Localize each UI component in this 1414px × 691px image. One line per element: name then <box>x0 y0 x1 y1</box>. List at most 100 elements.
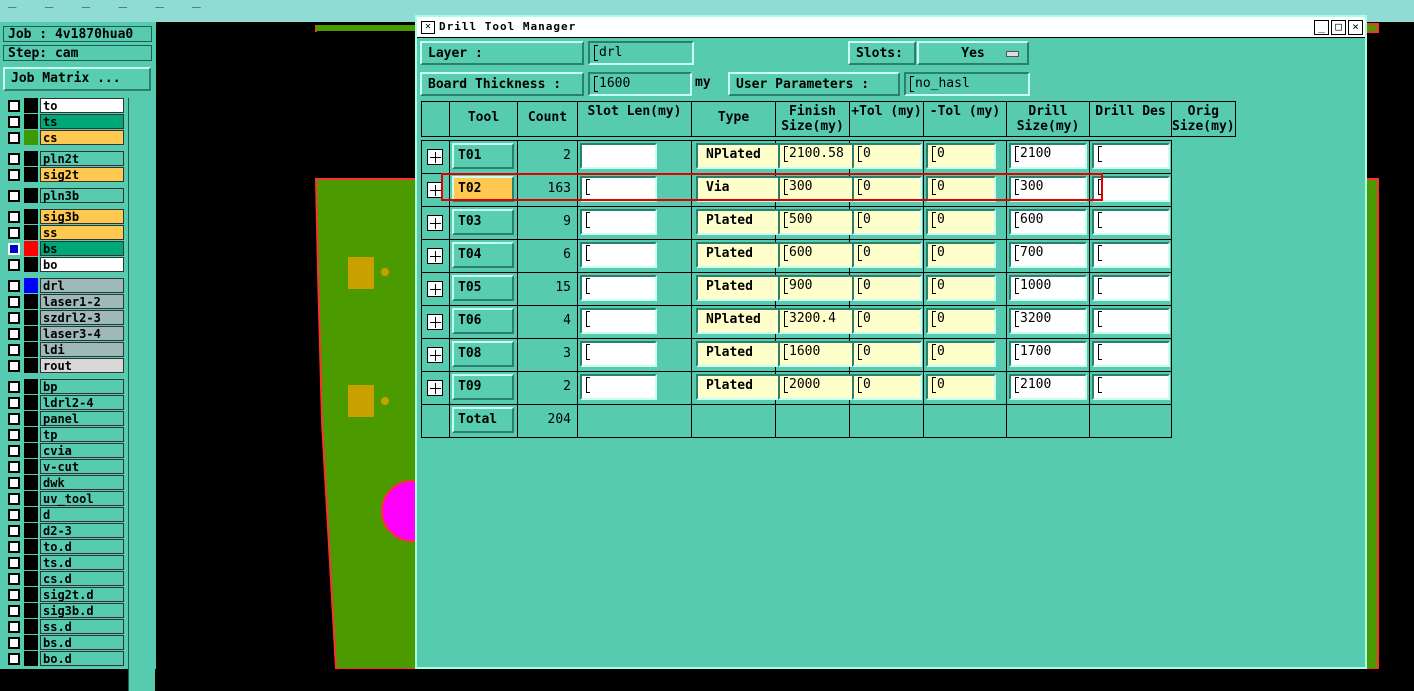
finish-size-input[interactable]: 2100.58 <box>778 143 857 169</box>
drill-size-input[interactable]: 300 <box>1009 176 1087 202</box>
layer-checkbox[interactable] <box>8 429 20 441</box>
layer-color-swatch[interactable] <box>24 225 38 240</box>
window-menu-icon[interactable]: ✕ <box>421 21 435 34</box>
layer-name[interactable]: szdrl2-3 <box>40 310 124 325</box>
layer-row[interactable]: bo <box>4 257 124 272</box>
layer-color-swatch[interactable] <box>24 294 38 309</box>
layer-name[interactable]: ldrl2-4 <box>40 395 124 410</box>
layer-color-swatch[interactable] <box>24 98 38 113</box>
layer-name[interactable]: tp <box>40 427 124 442</box>
maximize-button[interactable]: □ <box>1331 20 1346 35</box>
layer-checkbox[interactable] <box>8 243 20 255</box>
layer-color-swatch[interactable] <box>24 188 38 203</box>
layer-color-swatch[interactable] <box>24 241 38 256</box>
finish-size-input[interactable]: 1600 <box>778 341 857 367</box>
drill-des-input[interactable] <box>1092 374 1170 400</box>
expand-row-icon[interactable] <box>427 281 443 297</box>
drill-des-input[interactable] <box>1092 143 1170 169</box>
layer-name[interactable]: drl <box>40 278 124 293</box>
layer-row[interactable]: ts.d <box>4 555 124 570</box>
minus-tol-input[interactable]: 0 <box>926 374 996 400</box>
slot-length-input[interactable] <box>580 374 657 400</box>
layer-row[interactable]: cs.d <box>4 571 124 586</box>
user-parameters-button[interactable]: User Parameters : <box>728 72 900 96</box>
drill-size-input[interactable]: 2100 <box>1009 143 1087 169</box>
layer-color-swatch[interactable] <box>24 619 38 634</box>
board-thickness-field[interactable]: 1600 <box>588 72 692 96</box>
layer-color-swatch[interactable] <box>24 411 38 426</box>
layer-row[interactable]: ts <box>4 114 124 129</box>
layer-checkbox[interactable] <box>8 621 20 633</box>
close-button[interactable]: × <box>1348 20 1363 35</box>
cam-graphic-view[interactable] <box>156 22 416 669</box>
layer-name[interactable]: bp <box>40 379 124 394</box>
layer-color-swatch[interactable] <box>24 635 38 650</box>
layer-row[interactable]: pln2t <box>4 151 124 166</box>
layer-name[interactable]: ss <box>40 225 124 240</box>
layer-checkbox[interactable] <box>8 296 20 308</box>
layer-name[interactable]: d <box>40 507 124 522</box>
layer-checkbox[interactable] <box>8 653 20 665</box>
slot-length-input[interactable] <box>580 341 657 367</box>
plus-tol-input[interactable]: 0 <box>852 275 922 301</box>
layer-color-swatch[interactable] <box>24 443 38 458</box>
layer-color-swatch[interactable] <box>24 358 38 373</box>
layer-row[interactable]: szdrl2-3 <box>4 310 124 325</box>
minus-tol-input[interactable]: 0 <box>926 176 996 202</box>
layer-color-swatch[interactable] <box>24 603 38 618</box>
slot-length-input[interactable] <box>580 209 657 235</box>
layer-checkbox[interactable] <box>8 509 20 521</box>
expand-row-icon[interactable] <box>427 314 443 330</box>
layer-checkbox[interactable] <box>8 413 20 425</box>
layer-color-swatch[interactable] <box>24 395 38 410</box>
layer-color-swatch[interactable] <box>24 310 38 325</box>
layer-name[interactable]: v-cut <box>40 459 124 474</box>
layer-color-swatch[interactable] <box>24 651 38 666</box>
layer-name[interactable]: to.d <box>40 539 124 554</box>
layer-row[interactable]: rout <box>4 358 124 373</box>
layer-name[interactable]: bo <box>40 257 124 272</box>
minus-tol-input[interactable]: 0 <box>926 341 996 367</box>
layer-color-swatch[interactable] <box>24 491 38 506</box>
minus-tol-input[interactable]: 0 <box>926 143 996 169</box>
layer-checkbox[interactable] <box>8 328 20 340</box>
layer-checkbox[interactable] <box>8 637 20 649</box>
layer-checkbox[interactable] <box>8 190 20 202</box>
layer-checkbox[interactable] <box>8 280 20 292</box>
finish-size-input[interactable]: 2000 <box>778 374 857 400</box>
layer-row[interactable]: laser3-4 <box>4 326 124 341</box>
layer-row[interactable]: pln3b <box>4 188 124 203</box>
layer-checkbox[interactable] <box>8 360 20 372</box>
finish-size-input[interactable]: 3200.4 <box>778 308 857 334</box>
slots-option-menu[interactable]: Yes <box>917 41 1029 65</box>
layer-name[interactable]: sig2t <box>40 167 124 182</box>
layer-row[interactable]: bp <box>4 379 124 394</box>
layer-row[interactable]: cvia <box>4 443 124 458</box>
layer-color-swatch[interactable] <box>24 257 38 272</box>
layer-checkbox[interactable] <box>8 557 20 569</box>
layer-color-swatch[interactable] <box>24 278 38 293</box>
layer-checkbox[interactable] <box>8 227 20 239</box>
layer-row[interactable]: sig3b <box>4 209 124 224</box>
layer-name[interactable]: sig2t.d <box>40 587 124 602</box>
drill-size-input[interactable]: 600 <box>1009 209 1087 235</box>
dialog-titlebar[interactable]: ✕ Drill Tool Manager _ □ × <box>417 17 1365 38</box>
slot-length-input[interactable] <box>580 308 657 334</box>
layer-row[interactable]: d <box>4 507 124 522</box>
drill-des-input[interactable] <box>1092 308 1170 334</box>
layer-checkbox[interactable] <box>8 381 20 393</box>
plus-tol-input[interactable]: 0 <box>852 143 922 169</box>
layer-row[interactable]: sig3b.d <box>4 603 124 618</box>
plus-tol-input[interactable]: 0 <box>852 308 922 334</box>
layer-color-swatch[interactable] <box>24 459 38 474</box>
layer-name[interactable]: d2-3 <box>40 523 124 538</box>
layer-name[interactable]: bs.d <box>40 635 124 650</box>
layer-checkbox[interactable] <box>8 169 20 181</box>
layer-checkbox[interactable] <box>8 541 20 553</box>
total-button[interactable]: Total <box>452 407 514 433</box>
finish-size-input[interactable]: 900 <box>778 275 857 301</box>
layer-checkbox[interactable] <box>8 344 20 356</box>
layer-color-swatch[interactable] <box>24 427 38 442</box>
expand-row-icon[interactable] <box>427 215 443 231</box>
layer-checkbox[interactable] <box>8 397 20 409</box>
